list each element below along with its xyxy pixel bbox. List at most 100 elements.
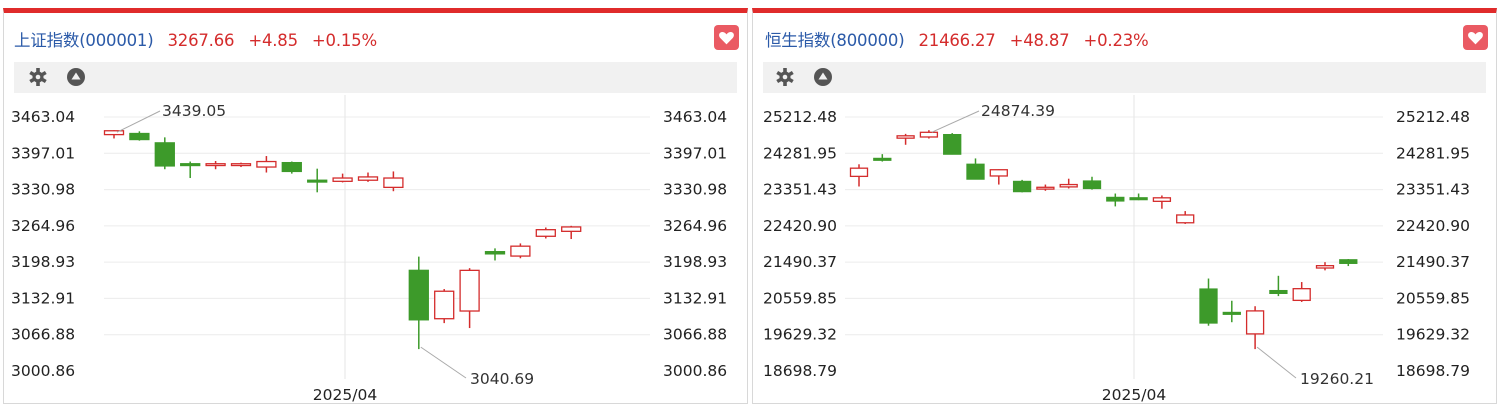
candle [129,131,150,141]
quote-title: 上证指数(000001) 3267.66 +4.85 +0.15% [14,27,377,51]
y-tick-label-left: 22420.90 [763,217,837,235]
y-tick-label-left: 3000.86 [11,362,75,380]
candle-body [989,169,1008,177]
low-value-label: 19260.21 [1300,370,1374,388]
candle [408,256,429,350]
candle [873,154,892,162]
y-tick-label-left: 18698.79 [763,362,837,380]
percent-change: +0.15% [311,31,377,50]
candle-body [205,163,226,167]
high-leader-line [116,110,161,133]
candle-body [1152,197,1172,202]
y-tick-label-left: 21490.37 [763,253,837,271]
y-tick-label-right: 24281.95 [1396,144,1470,162]
y-tick-label-left: 3330.98 [11,181,75,199]
y-tick-label-left: 3132.91 [11,289,75,307]
y-tick-label-right: 3264.96 [663,217,727,235]
candle-body [873,157,892,161]
candle [966,158,985,180]
candle-body [943,133,962,155]
y-tick-label-right: 3132.91 [663,289,727,307]
candle-body [1199,288,1218,324]
high-value-label: 3439.05 [162,102,226,120]
favorite-button[interactable] [1463,25,1488,50]
chart-toolbar [763,62,1486,93]
candle [484,248,506,261]
y-tick-label-left: 3463.04 [11,108,75,126]
candle-body [129,132,150,141]
candle-body [332,177,353,182]
candle-body [896,135,915,139]
y-tick-label-right: 23351.43 [1396,181,1470,199]
candle [1059,178,1078,189]
y-tick-label-left: 3066.88 [11,326,75,344]
y-tick-label-left: 24281.95 [763,144,837,162]
index-name[interactable]: 恒生指数(800000) [765,31,905,50]
candle-body [535,229,556,237]
triangle-up-icon[interactable] [813,67,833,91]
y-tick-label-right: 19629.32 [1396,326,1470,344]
candle [535,227,556,239]
favorite-button[interactable] [714,25,739,50]
y-tick-label-left: 25212.48 [763,108,837,126]
candle [205,160,226,170]
candle-body [307,179,328,183]
candle-body [180,163,201,167]
candle [1012,179,1032,193]
chart-toolbar [14,62,737,93]
index-panel-hsi: 恒生指数(800000) 21466.27 +48.87 +0.23% 25212.4… [752,8,1497,404]
candle [256,156,277,173]
candle [510,243,531,259]
y-tick-label-right: 3397.01 [663,144,727,162]
y-tick-label-right: 3330.98 [663,181,727,199]
candle-body [484,251,506,255]
candle [1082,176,1102,190]
candle [281,161,302,174]
y-tick-label-right: 3066.88 [663,326,727,344]
heart-icon [719,32,734,45]
candle [180,161,201,179]
candle [919,130,939,139]
candle-body [1315,265,1335,269]
candle-body [1339,259,1358,264]
index-name[interactable]: 上证指数(000001) [14,31,154,50]
gear-icon[interactable] [28,67,48,91]
candlestick-chart: 25212.48 25212.48 24281.95 24281.95 23351.43… [763,95,1470,404]
candle-body [561,226,582,232]
panel-header: 上证指数(000001) 3267.66 +4.85 +0.15% [4,13,747,60]
panel-header: 恒生指数(800000) 21466.27 +48.87 +0.23% [753,13,1496,60]
candle-body [1269,289,1288,295]
y-tick-label-left: 23351.43 [763,181,837,199]
candle [154,137,175,170]
candle [1106,193,1125,207]
candle-body [849,167,869,178]
candle-body [1036,186,1055,190]
x-tick-label: 2025/04 [1102,386,1166,404]
price-change: +48.87 [1009,31,1070,50]
candle-body [154,142,175,167]
price-change: +4.85 [248,31,298,50]
candle-body [1059,183,1078,188]
last-price: 3267.66 [167,31,235,50]
candle [1222,300,1241,323]
candle [383,171,404,192]
triangle-up-icon[interactable] [66,67,86,91]
gear-icon[interactable] [775,67,795,91]
candle-body [1176,214,1195,224]
candle-body [281,161,302,173]
y-tick-label-left: 20559.85 [763,289,837,307]
candle-body [103,130,125,136]
candle [896,133,915,145]
y-tick-label-right: 3000.86 [663,362,727,380]
y-tick-label-left: 19629.32 [763,326,837,344]
candle [1315,262,1335,271]
candle-body [408,269,429,321]
y-tick-label-right: 21490.37 [1396,253,1470,271]
candle [1292,282,1311,302]
candle-body [256,160,277,168]
y-tick-label-right: 3463.04 [663,108,727,126]
candle-body [1292,288,1311,302]
candle-body [1245,310,1265,335]
candle [1199,278,1218,326]
candle-body [434,290,455,320]
